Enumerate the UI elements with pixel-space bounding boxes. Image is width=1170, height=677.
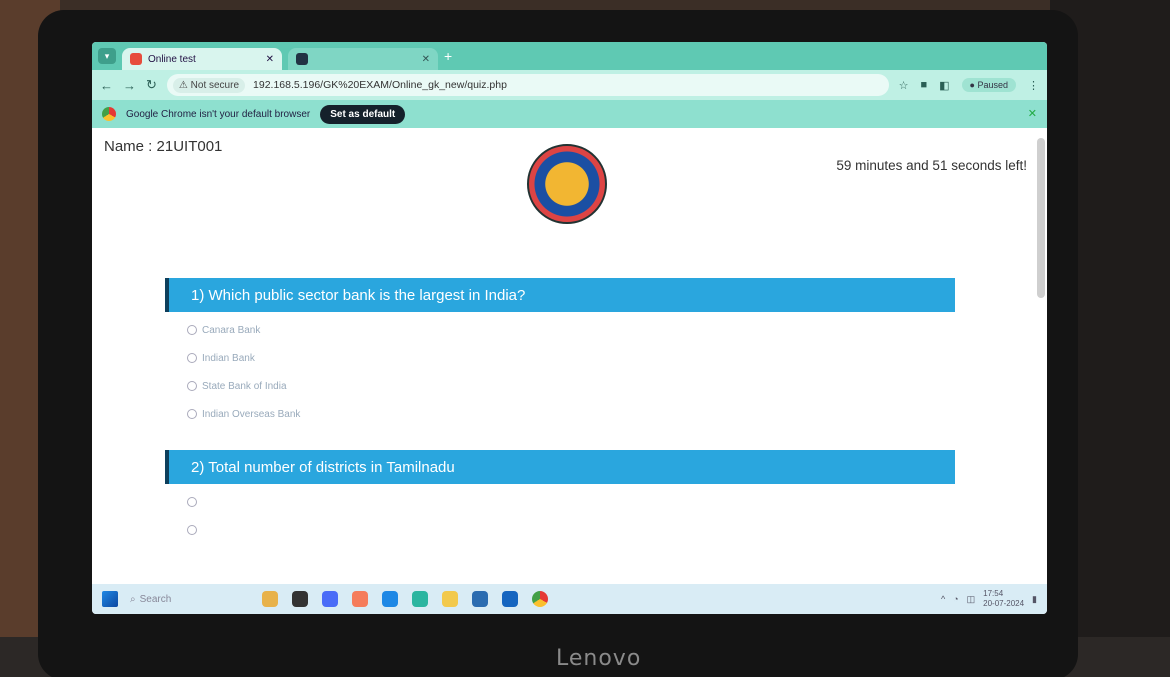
store-icon[interactable] bbox=[412, 591, 428, 607]
taskbar-search[interactable]: ⌕ Search bbox=[130, 594, 220, 605]
clock[interactable]: 17:54 20-07-2024 bbox=[983, 589, 1024, 609]
word-icon[interactable] bbox=[502, 591, 518, 607]
speaker-icon[interactable]: ◫ bbox=[967, 594, 976, 605]
close-icon[interactable]: ✕ bbox=[422, 54, 430, 65]
radio-button[interactable] bbox=[187, 497, 197, 507]
site-favicon-icon bbox=[130, 53, 142, 65]
close-icon[interactable]: ✕ bbox=[266, 54, 274, 65]
option-canara-bank[interactable]: Canara Bank bbox=[187, 316, 955, 344]
question-1: 1) Which public sector bank is the large… bbox=[165, 278, 955, 428]
app-icon[interactable] bbox=[472, 591, 488, 607]
address-bar: ← → ↻ ⚠ Not secure 192.168.5.196/GK%20EX… bbox=[92, 70, 1047, 100]
option-label: Indian Overseas Bank bbox=[202, 408, 301, 420]
windows-start-icon[interactable] bbox=[102, 591, 118, 607]
quiz-page: Name : 21UIT001 59 minutes and 51 second… bbox=[92, 128, 1047, 584]
url-text: 192.168.5.196/GK%20EXAM/Online_gk_new/qu… bbox=[253, 79, 507, 91]
set-default-button[interactable]: Set as default bbox=[320, 104, 406, 124]
option-label: Indian Bank bbox=[202, 352, 255, 364]
chrome-logo-icon bbox=[102, 107, 116, 121]
search-icon: ⌕ bbox=[130, 593, 136, 605]
forward-icon[interactable]: → bbox=[123, 78, 136, 93]
monitor-brand: Lenovo bbox=[556, 646, 642, 671]
edge-icon[interactable] bbox=[382, 591, 398, 607]
option-indian-bank[interactable]: Indian Bank bbox=[187, 344, 955, 372]
wifi-icon[interactable]: ◔ bbox=[953, 594, 958, 604]
puzzle-icon[interactable]: ◧ bbox=[939, 79, 949, 92]
page-scrollbar[interactable] bbox=[1037, 138, 1045, 298]
question-title: 2) Total number of districts in Tamilnad… bbox=[165, 450, 955, 484]
infobar-message: Google Chrome isn't your default browser bbox=[126, 108, 311, 120]
bookmark-star-icon[interactable]: ☆ bbox=[899, 79, 909, 92]
tab-search-icon[interactable]: ▾ bbox=[98, 48, 116, 64]
site-favicon-icon bbox=[296, 53, 308, 65]
countdown-timer: 59 minutes and 51 seconds left! bbox=[836, 158, 1027, 173]
university-logo bbox=[527, 144, 607, 224]
widgets-icon[interactable] bbox=[262, 591, 278, 607]
task-view-icon[interactable] bbox=[292, 591, 308, 607]
reload-icon[interactable]: ↻ bbox=[146, 77, 157, 93]
option-b[interactable] bbox=[187, 516, 955, 544]
screen: ▾ Online test ✕ ✕ + ← → ↻ ⚠ Not secure 1… bbox=[92, 42, 1047, 614]
search-label: Search bbox=[139, 593, 172, 605]
tab-title: Online test bbox=[148, 53, 196, 65]
windows-taskbar: ⌕ Search ^ ◔ ◫ 17:54 20-07-2024 ▮ bbox=[92, 584, 1047, 614]
option-a[interactable] bbox=[187, 488, 955, 516]
student-name: Name : 21UIT001 bbox=[104, 138, 223, 155]
toolbar: ☆ ■ ◧ ● Paused ⋮ bbox=[899, 78, 1039, 92]
clock-time: 17:54 bbox=[983, 589, 1004, 598]
chat-icon[interactable] bbox=[322, 591, 338, 607]
radio-button[interactable] bbox=[187, 325, 197, 335]
new-tab-icon[interactable]: + bbox=[444, 48, 452, 64]
radio-button[interactable] bbox=[187, 525, 197, 535]
clock-date: 20-07-2024 bbox=[983, 599, 1025, 608]
menu-kebab-icon[interactable]: ⋮ bbox=[1028, 79, 1039, 92]
option-label: Canara Bank bbox=[202, 324, 261, 336]
file-explorer-icon[interactable] bbox=[442, 591, 458, 607]
radio-button[interactable] bbox=[187, 381, 197, 391]
tab-second[interactable]: ✕ bbox=[288, 48, 438, 70]
chrome-icon[interactable] bbox=[532, 591, 548, 607]
option-sbi[interactable]: State Bank of India bbox=[187, 372, 955, 400]
extension-icon[interactable]: ■ bbox=[920, 79, 927, 91]
chevron-up-icon[interactable]: ^ bbox=[941, 594, 945, 604]
security-badge[interactable]: ⚠ Not secure bbox=[172, 77, 246, 93]
close-icon[interactable]: ✕ bbox=[1028, 107, 1037, 120]
options-list bbox=[165, 484, 955, 544]
question-2: 2) Total number of districts in Tamilnad… bbox=[165, 450, 955, 544]
option-iob[interactable]: Indian Overseas Bank bbox=[187, 400, 955, 428]
back-icon[interactable]: ← bbox=[100, 78, 113, 93]
app-icon[interactable] bbox=[352, 591, 368, 607]
taskbar-apps bbox=[262, 591, 548, 607]
options-list: Canara Bank Indian Bank State Bank of In… bbox=[165, 312, 955, 428]
default-browser-infobar: Google Chrome isn't your default browser… bbox=[92, 100, 1047, 128]
option-label: State Bank of India bbox=[202, 380, 287, 392]
radio-button[interactable] bbox=[187, 409, 197, 419]
question-title: 1) Which public sector bank is the large… bbox=[165, 278, 955, 312]
security-label: Not secure bbox=[190, 79, 240, 91]
profile-label: Paused bbox=[977, 80, 1008, 90]
system-tray: ^ ◔ ◫ 17:54 20-07-2024 ▮ bbox=[941, 589, 1037, 609]
url-input[interactable]: ⚠ Not secure 192.168.5.196/GK%20EXAM/Onl… bbox=[166, 74, 889, 96]
tab-online-test[interactable]: Online test ✕ bbox=[122, 48, 282, 70]
profile-button[interactable]: ● Paused bbox=[961, 78, 1016, 92]
radio-button[interactable] bbox=[187, 353, 197, 363]
tab-bar: ▾ Online test ✕ ✕ + bbox=[92, 42, 1047, 70]
notification-icon[interactable]: ▮ bbox=[1032, 594, 1037, 605]
